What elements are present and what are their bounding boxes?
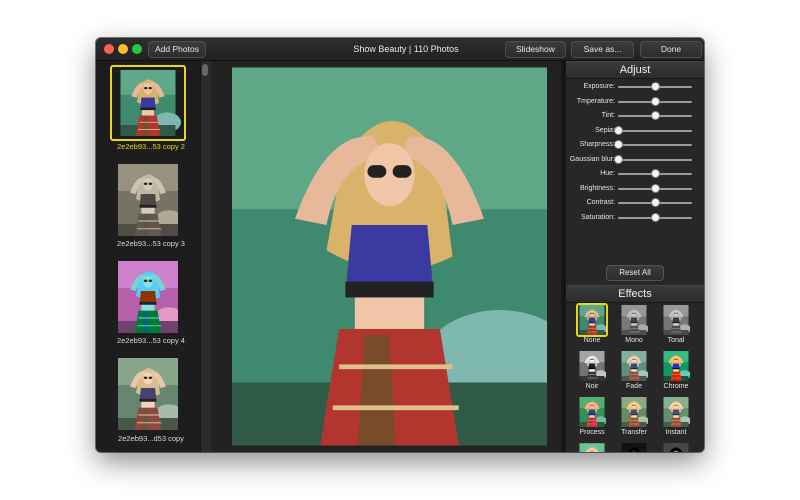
filmstrip-caption: 2e2eb93...d53 copy bbox=[118, 434, 184, 443]
title-bar: Add Photos Show Beauty | 110 Photos Slid… bbox=[96, 38, 704, 61]
slider-label: Tmperature: bbox=[576, 97, 615, 105]
effect-thumbnail[interactable] bbox=[578, 397, 606, 427]
filmstrip-caption: 2e2eb93...53 copy 3 bbox=[117, 239, 185, 248]
adjust-slider-row: Tint: bbox=[566, 109, 704, 123]
slider-knob[interactable] bbox=[651, 111, 660, 120]
slider-label: Sharpness: bbox=[579, 141, 615, 148]
photo-thumbnail-image bbox=[118, 261, 178, 333]
slider-label: Gaussian blur: bbox=[569, 155, 615, 163]
slider-label: Hue: bbox=[600, 170, 615, 177]
adjust-slider-row: Brightness: bbox=[566, 182, 704, 196]
slider-knob[interactable] bbox=[651, 212, 660, 222]
effect-thumbnail[interactable] bbox=[576, 303, 608, 337]
effect-thumbnail[interactable] bbox=[578, 351, 606, 381]
zoom-window-button[interactable] bbox=[132, 44, 142, 54]
adjust-header: Adjust bbox=[566, 61, 704, 79]
effect-thumbnail[interactable] bbox=[620, 305, 648, 335]
filmstrip-scroll-thumb[interactable] bbox=[202, 64, 208, 76]
slider-knob[interactable] bbox=[651, 198, 660, 207]
app-window: Add Photos Show Beauty | 110 Photos Slid… bbox=[96, 38, 704, 452]
effect-option[interactable]: Transfer bbox=[613, 397, 655, 441]
effect-thumbnail[interactable] bbox=[620, 397, 648, 427]
slider-track[interactable] bbox=[618, 158, 692, 161]
window-title: Show Beauty | 110 Photos bbox=[353, 44, 459, 54]
effect-thumbnail[interactable] bbox=[662, 443, 690, 452]
effect-label: Instant bbox=[665, 429, 687, 436]
effect-option[interactable]: Chrome bbox=[655, 351, 697, 395]
effect-thumbnail[interactable] bbox=[620, 351, 648, 381]
adjust-slider-row: Exposure: bbox=[566, 80, 704, 94]
filmstrip-thumbnail[interactable] bbox=[118, 358, 184, 432]
photo-thumbnail-image bbox=[118, 358, 178, 430]
slider-label: Tint: bbox=[601, 112, 615, 119]
effect-thumbnail[interactable] bbox=[620, 443, 648, 452]
effect-option[interactable]: Noir bbox=[571, 351, 613, 395]
slideshow-button[interactable]: Slideshow bbox=[505, 41, 566, 58]
filmstrip-thumbnail[interactable] bbox=[118, 164, 184, 238]
effect-option[interactable]: Instant bbox=[655, 397, 697, 441]
effect-label: Chrome bbox=[663, 383, 689, 390]
slider-label: Sepia: bbox=[595, 126, 615, 134]
effect-thumbnail[interactable] bbox=[662, 305, 690, 335]
slider-track[interactable] bbox=[618, 129, 692, 132]
minimize-window-button[interactable] bbox=[118, 44, 128, 54]
slider-knob[interactable] bbox=[614, 154, 623, 164]
save-as-button[interactable]: Save as... bbox=[571, 41, 634, 58]
effect-thumbnail[interactable] bbox=[662, 351, 690, 381]
effects-header: Effects bbox=[566, 285, 704, 303]
effect-option[interactable]: Fade bbox=[613, 351, 655, 395]
slider-label: Saturation: bbox=[581, 213, 615, 221]
slider-knob[interactable] bbox=[651, 169, 660, 178]
effect-thumbnail[interactable] bbox=[578, 443, 606, 452]
slider-label: Exposure: bbox=[583, 83, 615, 90]
slider-knob[interactable] bbox=[614, 125, 623, 135]
filmstrip-caption: 2e2eb93...53 copy 4 bbox=[117, 336, 185, 345]
effect-thumbnail[interactable] bbox=[662, 397, 690, 427]
reset-all-button[interactable]: Reset All bbox=[606, 265, 664, 281]
photo-thumbnail-image bbox=[120, 70, 181, 136]
adjust-slider-row: Hue: bbox=[566, 167, 704, 181]
slider-knob[interactable] bbox=[614, 140, 623, 149]
main-photo bbox=[232, 64, 547, 449]
adjust-slider-row: Gaussian blur: bbox=[566, 153, 704, 167]
inspector-panel: Adjust Exposure: Tmperature: Tint: Sepia: Sh… bbox=[566, 61, 704, 452]
slider-label: Contrast: bbox=[586, 199, 615, 206]
slider-knob[interactable] bbox=[651, 82, 660, 91]
adjust-slider-row: Saturation: bbox=[566, 211, 704, 225]
slider-label: Brightness: bbox=[579, 184, 615, 192]
done-button[interactable]: Done bbox=[640, 41, 702, 58]
add-photos-button[interactable]: Add Photos bbox=[148, 41, 206, 58]
effect-option[interactable]: Tonal bbox=[655, 305, 697, 349]
effect-option[interactable]: Bloom bbox=[571, 443, 613, 452]
filmstrip-caption: 2e2eb93...53 copy 2 bbox=[117, 142, 185, 151]
slider-track[interactable] bbox=[618, 144, 692, 146]
effect-label: Tonal bbox=[667, 337, 685, 344]
filmstrip: 2e2eb93...53 copy 2 2e2eb93...53 copy 3 … bbox=[96, 61, 206, 452]
effect-option[interactable]: Mono bbox=[613, 305, 655, 349]
adjust-slider-row: Sepia: bbox=[566, 124, 704, 138]
filmstrip-scrollbar[interactable] bbox=[200, 61, 211, 452]
effect-option[interactable]: Edge Work bbox=[655, 443, 697, 452]
filmstrip-thumbnail[interactable] bbox=[118, 261, 184, 335]
adjust-slider-row: Contrast: bbox=[566, 196, 704, 210]
slider-knob[interactable] bbox=[651, 183, 660, 193]
effect-option[interactable]: None bbox=[571, 303, 613, 349]
close-window-button[interactable] bbox=[104, 44, 114, 54]
filmstrip-thumbnail[interactable] bbox=[110, 65, 186, 141]
adjust-slider-row: Sharpness: bbox=[566, 138, 704, 152]
adjust-slider-row: Tmperature: bbox=[566, 95, 704, 109]
effect-option[interactable]: Comic bbox=[613, 443, 655, 452]
effect-option[interactable]: Process bbox=[571, 397, 613, 441]
slider-knob[interactable] bbox=[651, 96, 660, 106]
photo-thumbnail-image bbox=[118, 164, 178, 236]
